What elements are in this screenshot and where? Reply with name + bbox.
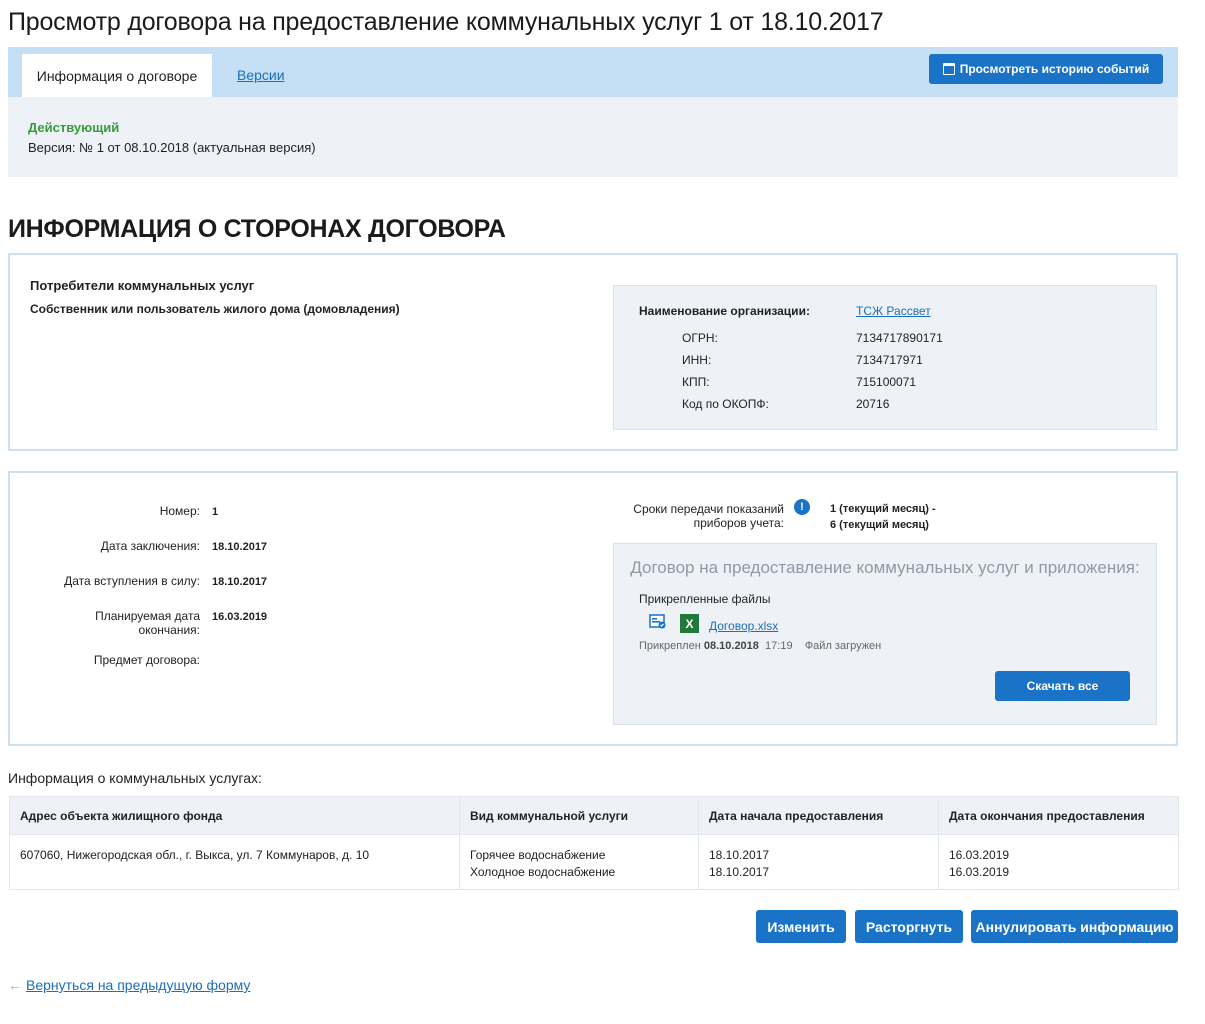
inn-value: 7134717971: [856, 353, 923, 367]
excel-icon: X: [680, 614, 699, 633]
download-all-button[interactable]: Скачать все: [995, 671, 1130, 701]
effective-date-value: 18.10.2017: [212, 576, 268, 588]
start-date-cell: 18.10.2017 18.10.2017: [698, 834, 939, 890]
okopf-label: Код по ОКОПФ:: [682, 397, 769, 411]
calendar-icon: [942, 63, 955, 75]
readings-deadline-label: Сроки передачи показаний приборов учета:: [610, 502, 784, 530]
service-cell: Горячее водоснабжение Холодное водоснабж…: [459, 834, 699, 890]
planned-end-value: 16.03.2019: [212, 611, 268, 623]
status-panel: Действующий Версия: № 1 от 08.10.2018 (а…: [8, 97, 1178, 177]
okopf-value: 20716: [856, 397, 890, 411]
back-link-text: Вернуться на предыдущую форму: [26, 977, 251, 993]
readings-deadline-line1: 1 (текущий месяц) -: [830, 503, 936, 515]
back-arrow-icon: ←: [8, 977, 22, 993]
file-link[interactable]: Договор.xlsx: [709, 619, 778, 633]
effective-date-label: Дата вступления в силу:: [64, 574, 200, 588]
ogrn-label: ОГРН:: [682, 331, 718, 345]
readings-deadline-line2: 6 (текущий месяц): [830, 519, 929, 531]
consumers-title: Потребители коммунальных услуг: [30, 278, 255, 293]
attachments-title: Договор на предоставление коммунальных у…: [630, 558, 1140, 577]
attachments-box: Договор на предоставление коммунальных у…: [613, 543, 1157, 725]
org-name-link[interactable]: ТСЖ Рассвет: [856, 304, 931, 318]
column-header-address: Адрес объекта жилищного фонда: [9, 796, 460, 835]
planned-end-label-line1: Планируемая дата: [95, 609, 200, 623]
view-history-button[interactable]: Просмотреть историю событий: [929, 54, 1163, 84]
services-title: Информация о коммунальных услугах:: [8, 770, 262, 786]
consumers-card: Потребители коммунальных услуг Собственн…: [8, 253, 1178, 451]
attached-files-label: Прикрепленные файлы: [639, 592, 771, 606]
contract-number-value: 1: [212, 506, 219, 518]
attached-time: 17:19: [765, 640, 793, 652]
org-name-label: Наименование организации:: [639, 304, 810, 318]
annul-button[interactable]: Аннулировать информацию: [971, 910, 1178, 943]
version-text: Версия: № 1 от 08.10.2018 (актуальная ве…: [28, 140, 316, 155]
readings-deadline-value: 1 (текущий месяц) - 6 (текущий месяц): [830, 501, 936, 533]
planned-end-label: Планируемая дата окончания:: [20, 609, 200, 637]
attached-info: Прикреплен 08.10.2018 17:19 Файл загруже…: [639, 640, 881, 652]
service-hot-water: Горячее водоснабжение: [470, 848, 606, 862]
contract-date-label: Дата заключения:: [100, 539, 200, 553]
table-header-row: Адрес объекта жилищного фонда Вид коммун…: [9, 796, 1179, 835]
tab-contract-info[interactable]: Информация о договоре: [22, 54, 212, 97]
tab-versions[interactable]: Версии: [237, 67, 285, 83]
table-row: 607060, Нижегородская обл., г. Выкса, ул…: [9, 834, 1179, 890]
start-date-2: 18.10.2017: [709, 865, 770, 879]
end-date-1: 16.03.2019: [949, 848, 1010, 862]
column-header-start: Дата начала предоставления: [698, 796, 939, 835]
address-cell: 607060, Нижегородская обл., г. Выкса, ул…: [9, 834, 460, 890]
contract-number-label: Номер:: [159, 504, 200, 518]
tab-bar: Информация о договоре Версии Просмотреть…: [8, 47, 1178, 97]
organization-box: Наименование организации: ТСЖ Рассвет ОГ…: [613, 285, 1157, 430]
signature-icon[interactable]: [649, 614, 667, 630]
file-status: Файл загружен: [804, 640, 882, 652]
end-date-2: 16.03.2019: [949, 865, 1010, 879]
start-date-1: 18.10.2017: [709, 848, 770, 862]
ogrn-value: 7134717890171: [856, 331, 943, 345]
status-badge: Действующий: [28, 120, 120, 135]
services-table: Адрес объекта жилищного фонда Вид коммун…: [9, 796, 1179, 890]
column-header-service: Вид коммунальной услуги: [459, 796, 699, 835]
attached-prefix: Прикреплен: [639, 640, 701, 652]
attached-date: 08.10.2018: [703, 640, 759, 652]
terminate-button[interactable]: Расторгнуть: [855, 910, 963, 943]
planned-end-label-line2: окончания:: [138, 623, 200, 637]
service-cold-water: Холодное водоснабжение: [470, 865, 616, 879]
contract-details-card: Номер: 1 Дата заключения: 18.10.2017 Дат…: [8, 471, 1178, 746]
readings-deadline-label-line2: приборов учета:: [693, 516, 784, 530]
change-button[interactable]: Изменить: [756, 910, 846, 943]
contract-subject-label: Предмет договора:: [93, 653, 200, 667]
kpp-value: 715100071: [856, 375, 917, 389]
parties-section-title: ИНФОРМАЦИЯ О СТОРОНАХ ДОГОВОРА: [8, 215, 506, 243]
back-link[interactable]: ← Вернуться на предыдущую форму: [8, 977, 250, 993]
consumers-subtitle: Собственник или пользователь жилого дома…: [30, 302, 400, 316]
info-icon[interactable]: !: [794, 499, 810, 515]
readings-deadline-label-line1: Сроки передачи показаний: [633, 502, 784, 516]
kpp-label: КПП:: [682, 375, 710, 389]
page-title: Просмотр договора на предоставление комм…: [8, 8, 884, 36]
contract-date-value: 18.10.2017: [212, 541, 268, 553]
inn-label: ИНН:: [682, 353, 712, 367]
column-header-end: Дата окончания предоставления: [938, 796, 1179, 835]
end-date-cell: 16.03.2019 16.03.2019: [938, 834, 1179, 890]
view-history-label: Просмотреть историю событий: [959, 62, 1150, 76]
